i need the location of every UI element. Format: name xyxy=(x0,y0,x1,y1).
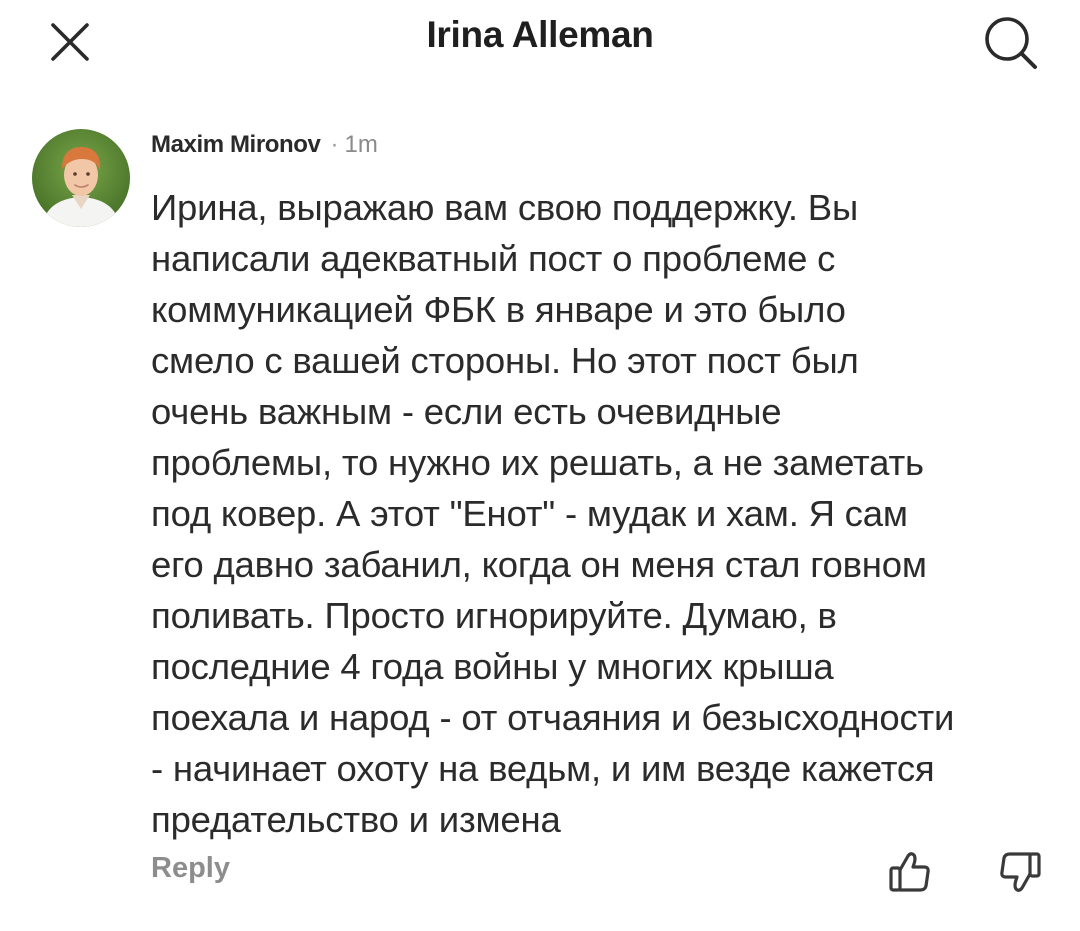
dislike-button[interactable] xyxy=(996,848,1044,896)
like-button[interactable] xyxy=(886,848,934,896)
search-icon xyxy=(985,17,1037,69)
comment-meta: Maxim Mironov · 1m xyxy=(151,131,378,159)
avatar[interactable] xyxy=(32,129,130,227)
thumbs-down-icon xyxy=(1000,852,1041,892)
search-button[interactable] xyxy=(980,14,1040,72)
comment-text: Ирина, выражаю вам свою поддержку. Вы на… xyxy=(151,187,955,840)
comment-author[interactable]: Maxim Mironov xyxy=(151,131,321,158)
meta-separator: · xyxy=(330,131,339,158)
page-title: Irina Alleman xyxy=(426,14,654,55)
comment-timestamp: 1m xyxy=(344,131,378,158)
top-bar: Irina Alleman xyxy=(0,0,1080,80)
reply-button[interactable]: Reply xyxy=(151,852,230,885)
thumbs-up-icon xyxy=(889,852,930,892)
